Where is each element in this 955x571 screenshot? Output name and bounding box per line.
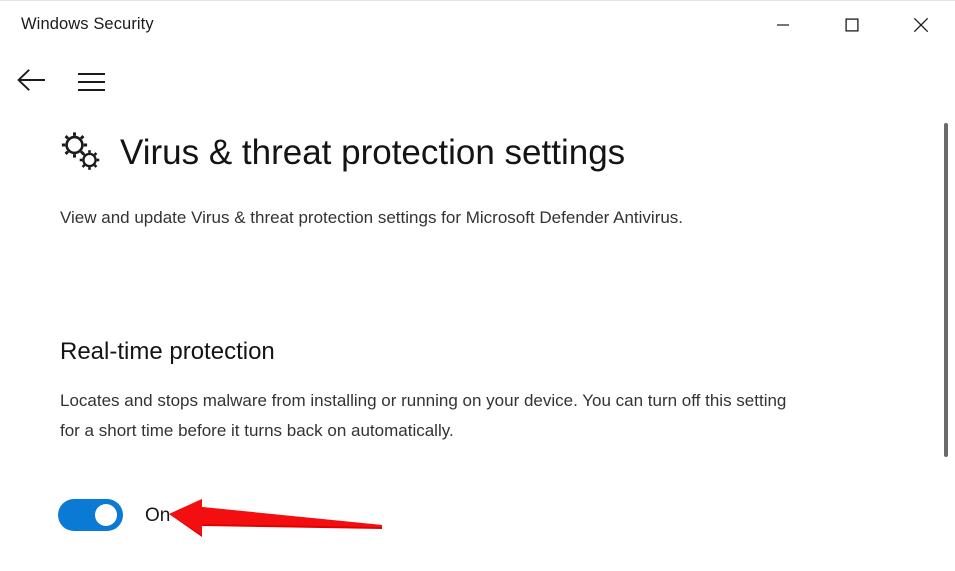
scrollbar-thumb[interactable] — [944, 123, 948, 457]
window-title: Windows Security — [21, 15, 154, 33]
arrow-left-icon — [17, 68, 47, 94]
menu-button[interactable] — [72, 63, 110, 99]
maximize-button[interactable] — [817, 1, 886, 49]
close-icon — [913, 17, 929, 33]
caption-button-group — [748, 1, 955, 49]
section-description-real-time-protection: Locates and stops malware from installin… — [60, 391, 787, 440]
minimize-icon — [776, 18, 790, 32]
hamburger-icon — [77, 72, 105, 91]
windows-security-window: Windows Security Virus & threat protecti… — [0, 0, 955, 571]
section-title-real-time-protection: Real-time protection — [60, 338, 275, 365]
maximize-icon — [844, 18, 859, 32]
page-description: View and update Virus & threat protectio… — [60, 208, 684, 227]
gears-icon — [58, 129, 106, 177]
content-area: Virus & threat protection settings View … — [0, 105, 955, 571]
vertical-scrollbar[interactable] — [939, 107, 953, 571]
page-title: Virus & threat protection settings — [120, 132, 626, 172]
real-time-protection-toggle[interactable] — [58, 499, 123, 531]
minimize-button[interactable] — [748, 1, 817, 49]
toggle-state-label: On — [145, 504, 171, 526]
back-button[interactable] — [12, 63, 52, 99]
real-time-protection-toggle-row: On — [58, 499, 170, 531]
toggle-knob — [95, 504, 117, 526]
page-header: Virus & threat protection settings — [58, 129, 625, 177]
nav-bar — [0, 49, 955, 105]
title-bar: Windows Security — [0, 1, 955, 49]
close-button[interactable] — [886, 1, 955, 49]
